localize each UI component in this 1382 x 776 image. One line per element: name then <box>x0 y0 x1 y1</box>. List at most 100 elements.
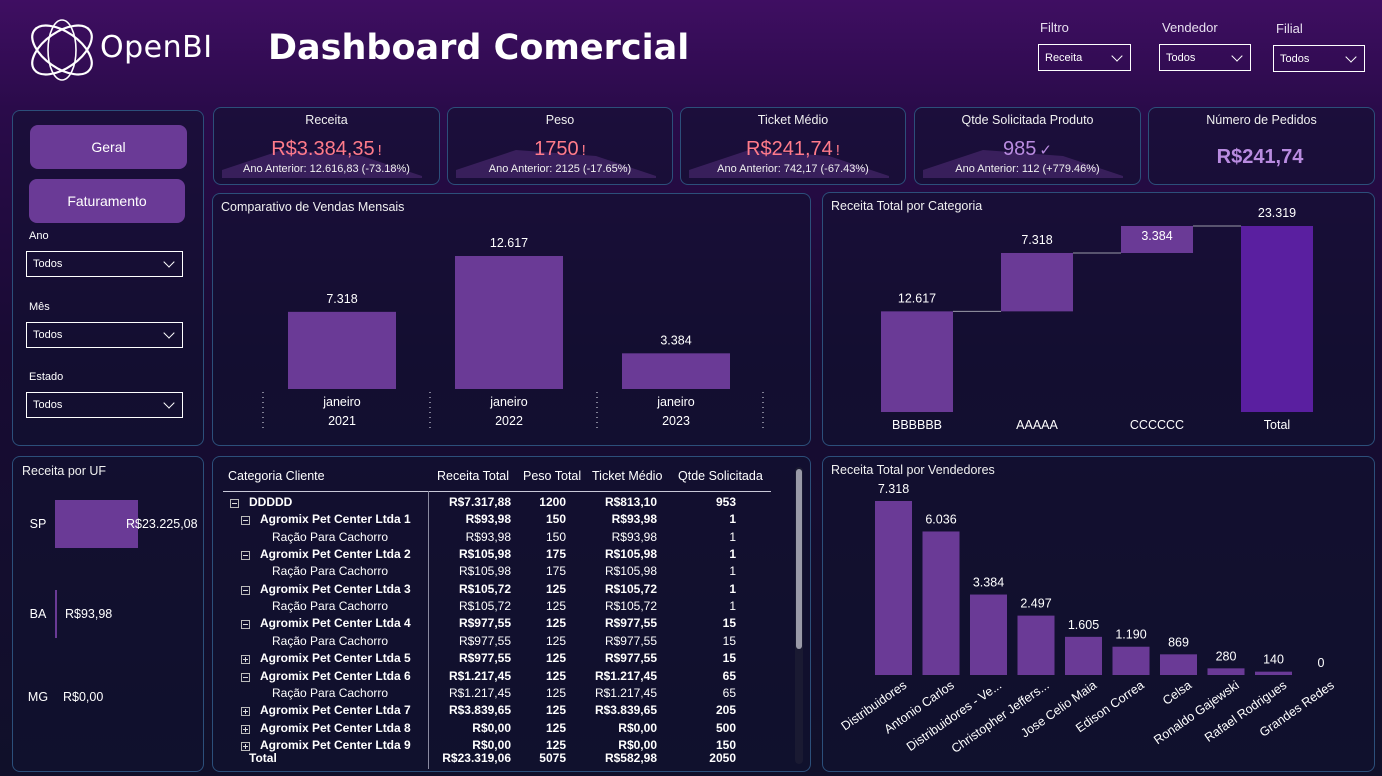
table-row[interactable]: Agromix Pet Center Ltda 1 R$93,98 150 R$… <box>223 511 783 528</box>
table-row[interactable]: Agromix Pet Center Ltda 7 R$3.839,65 125… <box>223 702 783 719</box>
table-row[interactable]: Agromix Pet Center Ltda 5 R$977,55 125 R… <box>223 650 783 667</box>
collapse-icon[interactable] <box>241 584 250 598</box>
table-row[interactable]: DDDDD R$7.317,88 1200 R$813,10 953 <box>223 494 783 511</box>
filial-dropdown[interactable]: Todos <box>1273 45 1365 72</box>
table-row[interactable]: Ração Para Cachorro R$105,72 125 R$105,7… <box>223 598 783 615</box>
uf-bar-chart: SP R$23.225,08 BA R$93,98 MG R$0,00 <box>28 500 198 704</box>
row-category: Agromix Pet Center Ltda 7 <box>260 703 411 718</box>
bar-3 <box>1017 615 1055 675</box>
table-row[interactable]: Agromix Pet Center Ltda 4 R$977,55 125 R… <box>223 615 783 632</box>
table-row[interactable]: Agromix Pet Center Ltda 3 R$105,72 125 R… <box>223 581 783 598</box>
row-qtde: 1 <box>729 529 736 544</box>
table-row[interactable]: Agromix Pet Center Ltda 6 R$1.217,45 125… <box>223 668 783 685</box>
kpi-title: Receita <box>305 113 348 127</box>
sellers-bar-chart: 7.318Distribuidores6.036Antonio Carlos3.… <box>839 482 1337 756</box>
collapse-icon[interactable] <box>230 497 239 511</box>
x-tick-label: janeiro <box>656 395 695 409</box>
total-peso: 5075 <box>539 751 566 765</box>
table-row[interactable]: Ração Para Cachorro R$977,55 125 R$977,5… <box>223 633 783 650</box>
row-qtde: 953 <box>715 495 736 509</box>
bar-5 <box>1112 646 1150 675</box>
x-tick-label: janeiro <box>489 395 528 409</box>
expand-icon[interactable] <box>241 653 250 667</box>
row-category: Ração Para Cachorro <box>272 564 389 579</box>
geral-button[interactable]: Geral <box>30 125 187 169</box>
x-tick-label: Celsa <box>1160 678 1194 708</box>
warning-icon: ! <box>377 142 382 159</box>
data-label: 7.318 <box>1021 233 1052 247</box>
row-qtde: 15 <box>722 651 736 666</box>
filter-label-vendedor: Vendedor <box>1162 20 1218 35</box>
category-chart-panel: Receita Total por Categoria 12.617 BBBBBB… <box>822 192 1375 446</box>
mes-dropdown[interactable]: Todos <box>26 322 183 348</box>
kpi-title: Ticket Médio <box>757 113 829 127</box>
row-ticket: R$977,55 <box>604 616 657 631</box>
row-peso: 125 <box>545 703 566 718</box>
row-category: Agromix Pet Center Ltda 2 <box>260 547 411 562</box>
column-header[interactable]: Categoria Cliente <box>228 469 325 483</box>
ano-dropdown[interactable]: Todos <box>26 251 183 277</box>
collapse-icon[interactable] <box>241 514 250 528</box>
expand-icon[interactable] <box>241 705 250 719</box>
estado-value: Todos <box>33 399 63 411</box>
row-receita: R$93,98 <box>465 512 511 527</box>
scrollbar-thumb[interactable] <box>796 469 802 649</box>
check-icon: ✓ <box>1039 142 1052 159</box>
row-qtde: 65 <box>722 685 736 700</box>
table-row[interactable]: Ração Para Cachorro R$1.217,45 125 R$1.2… <box>223 685 783 702</box>
total-qtde: 2050 <box>709 751 736 765</box>
kpi-value-text: R$241,74 <box>1216 146 1304 168</box>
kpi-value: R$241,74! <box>681 138 905 161</box>
row-peso: 125 <box>545 668 566 683</box>
row-ticket: R$3.839,65 <box>594 703 657 718</box>
bar-1 <box>1001 252 1073 312</box>
data-label: 6.036 <box>925 512 956 526</box>
data-label: 140 <box>1263 653 1284 667</box>
bar-1 <box>455 256 563 389</box>
column-header[interactable]: Ticket Médio <box>592 469 662 483</box>
mes-label: Mês <box>29 301 50 313</box>
kpi-value: R$241,74 <box>1149 146 1374 169</box>
column-header[interactable]: Qtde Solicitada <box>678 469 763 483</box>
row-receita: R$105,98 <box>458 547 511 562</box>
row-peso: 125 <box>545 616 566 631</box>
row-receita: R$93,98 <box>465 529 511 544</box>
collapse-icon[interactable] <box>241 549 250 563</box>
ano-label: Ano <box>29 230 49 242</box>
table-row[interactable]: Agromix Pet Center Ltda 8 R$0,00 125 R$0… <box>223 720 783 737</box>
column-header[interactable]: Peso Total <box>523 469 581 483</box>
vendedor-value: Todos <box>1166 51 1196 64</box>
filtro-dropdown[interactable]: Receita <box>1038 44 1131 71</box>
table-row[interactable]: Ração Para Cachorro R$105,98 175 R$105,9… <box>223 563 783 580</box>
x-tick-label: BBBBBB <box>892 418 942 432</box>
kpi-subtitle: Ano Anterior: 2125 (-17.65%) <box>488 163 632 175</box>
vendedor-dropdown[interactable]: Todos <box>1159 44 1251 71</box>
column-header[interactable]: Receita Total <box>437 469 509 483</box>
row-qtde: 1 <box>729 512 736 527</box>
faturamento-button[interactable]: Faturamento <box>29 179 185 223</box>
x-tick-label: CCCCCC <box>1130 418 1184 432</box>
table-row[interactable]: Ração Para Cachorro R$93,98 150 R$93,98 … <box>223 529 783 546</box>
nav-panel: Geral Faturamento Ano Todos Mês Todos Es… <box>12 110 204 446</box>
table-row[interactable]: Agromix Pet Center Ltda 2 R$105,98 175 R… <box>223 546 783 563</box>
collapse-icon[interactable] <box>241 618 250 632</box>
row-ticket: R$105,72 <box>604 599 657 614</box>
x-tick-label: 2021 <box>328 414 356 428</box>
bar-0 <box>875 501 912 675</box>
kpi-card: Peso 1750! Ano Anterior: 2125 (-17.65%) <box>447 107 673 185</box>
expand-icon[interactable] <box>241 723 250 737</box>
collapse-icon[interactable] <box>241 671 250 685</box>
filter-label-filtro: Filtro <box>1040 20 1069 35</box>
row-peso: 125 <box>545 651 566 666</box>
row-ticket: R$105,72 <box>604 581 657 596</box>
data-label: 7.318 <box>878 482 909 496</box>
estado-dropdown[interactable]: Todos <box>26 392 183 418</box>
row-peso: 125 <box>545 633 566 648</box>
kpi-value-text: R$241,74 <box>746 138 833 160</box>
data-label: 3.384 <box>1141 229 1172 243</box>
bar-1 <box>922 531 960 675</box>
y-tick-label: MG <box>28 690 48 704</box>
table-scrollbar[interactable] <box>795 467 803 764</box>
kpi-value-text: R$3.384,35 <box>271 138 375 160</box>
row-qtde: 15 <box>722 633 736 648</box>
